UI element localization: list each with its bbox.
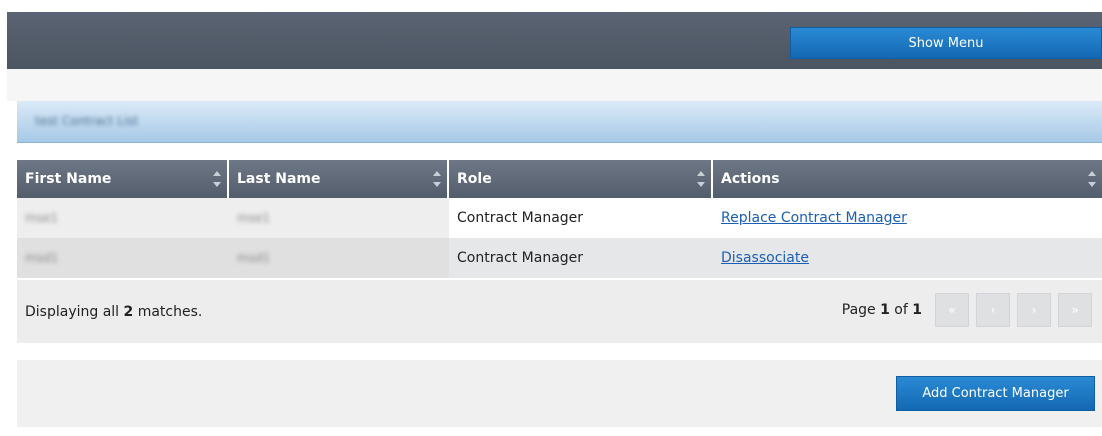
sort-icon (433, 171, 441, 187)
last-name-value: msd1 (237, 251, 271, 265)
count-suffix: matches. (133, 304, 203, 320)
double-chevron-left-icon: « (948, 303, 956, 317)
chevron-left-icon: ‹ (990, 303, 996, 317)
column-label: First Name (25, 171, 112, 187)
cell-actions: Replace Contract Manager (713, 198, 1102, 238)
page-current: 1 (880, 302, 890, 318)
previous-page-button[interactable]: ‹ (976, 293, 1010, 327)
column-label: Role (457, 171, 492, 187)
page-of: of (889, 302, 913, 318)
column-header-actions[interactable]: Actions (713, 160, 1102, 198)
spacer (7, 69, 1102, 101)
pager: Page 1 of 1 « ‹ › » (842, 293, 1092, 327)
disassociate-link[interactable]: Disassociate (721, 250, 809, 266)
first-page-button[interactable]: « (935, 293, 969, 327)
last-page-button[interactable]: » (1058, 293, 1092, 327)
table-footer: Displaying all 2 matches. Page 1 of 1 « … (17, 280, 1102, 343)
cell-last-name: mse1 (229, 198, 449, 238)
column-header-first-name[interactable]: First Name (17, 160, 229, 198)
sort-icon (213, 171, 221, 187)
cell-actions: Disassociate (713, 238, 1102, 278)
table-header: First Name Last Name Role Actions (17, 160, 1102, 198)
column-header-last-name[interactable]: Last Name (229, 160, 449, 198)
double-chevron-right-icon: » (1071, 303, 1079, 317)
column-label: Actions (721, 171, 780, 187)
cell-role: Contract Manager (449, 238, 713, 278)
page-total: 1 (912, 302, 922, 318)
column-header-role[interactable]: Role (449, 160, 713, 198)
section-header: test Contract List (17, 101, 1102, 143)
sort-icon (697, 171, 705, 187)
page-prefix: Page (841, 302, 881, 318)
count-prefix: Displaying all (25, 304, 124, 320)
page-indicator: Page 1 of 1 (842, 302, 922, 318)
chevron-right-icon: › (1031, 303, 1037, 317)
replace-contract-manager-link[interactable]: Replace Contract Manager (721, 210, 907, 226)
cell-last-name: msd1 (229, 238, 449, 278)
show-menu-button[interactable]: Show Menu (790, 27, 1102, 59)
role-value: Contract Manager (457, 250, 584, 266)
cell-first-name: msd1 (17, 238, 229, 278)
match-count: Displaying all 2 matches. (25, 304, 202, 320)
action-panel: Add Contract Manager (17, 360, 1102, 427)
section-title: test Contract List (35, 114, 139, 128)
table-row: mse1 mse1 Contract Manager Replace Contr… (17, 198, 1102, 238)
first-name-value: msd1 (25, 251, 59, 265)
next-page-button[interactable]: › (1017, 293, 1051, 327)
first-name-value: mse1 (25, 211, 58, 225)
last-name-value: mse1 (237, 211, 270, 225)
cell-first-name: mse1 (17, 198, 229, 238)
sort-icon (1088, 171, 1096, 187)
table-row: msd1 msd1 Contract Manager Disassociate (17, 238, 1102, 278)
add-contract-manager-button[interactable]: Add Contract Manager (896, 376, 1095, 411)
column-label: Last Name (237, 171, 321, 187)
role-value: Contract Manager (457, 210, 584, 226)
count-value: 2 (123, 304, 134, 320)
cell-role: Contract Manager (449, 198, 713, 238)
